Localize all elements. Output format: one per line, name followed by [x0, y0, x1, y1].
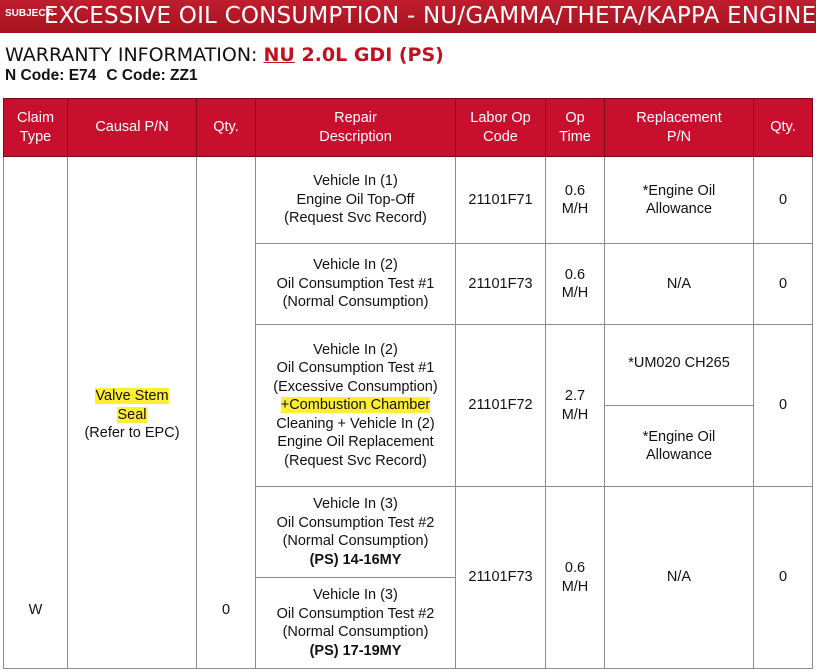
- header-replacement-pn: Replacement P/N: [604, 98, 754, 157]
- causal-pn-cell: Valve Stem Seal (Refer to EPC): [67, 156, 197, 669]
- repair-desc-cell: Vehicle In (1) Engine Oil Top-Off (Request…: [255, 156, 456, 244]
- qty2-cell: 0: [753, 156, 813, 244]
- warranty-label: WARRANTY INFORMATION:: [5, 44, 264, 66]
- op-time-cell: 0.6 M/H: [545, 486, 605, 669]
- qty2-cell: 0: [753, 486, 813, 669]
- labor-code-cell: 21101F71: [455, 156, 546, 244]
- repair-desc-cell: Vehicle In (2) Oil Consumption Test #1 (No…: [255, 243, 456, 325]
- qty2-cell: 0: [753, 324, 813, 487]
- header-labor-op-code: Labor Op Code: [455, 98, 546, 157]
- subject-bar: SUBJECT: EXCESSIVE OIL CONSUMPTION - NU/…: [0, 0, 816, 33]
- warranty-heading: WARRANTY INFORMATION: NU 2.0L GDI (PS): [5, 44, 444, 66]
- qty2-cell: 0: [753, 243, 813, 325]
- header-causal-pn: Causal P/N: [67, 98, 197, 157]
- repair-desc-cell: Vehicle In (3) Oil Consumption Test #2 (…: [255, 486, 456, 578]
- table-row: W Valve Stem Seal (Refer to EPC) 0 Vehic…: [3, 156, 813, 669]
- labor-code-cell: 21101F73: [455, 486, 546, 669]
- codes-line: N Code: E74 C Code: ZZ1: [5, 67, 198, 85]
- engine-desc: 2.0L GDI (PS): [294, 44, 444, 66]
- header-row: Claim Type Causal P/N Qty. Repair Descript…: [3, 98, 813, 157]
- combustion-chamber-highlight: +Combustion Chamber: [280, 397, 431, 414]
- replacement-cell: *Engine Oil Allowance: [604, 405, 754, 487]
- header-qty-2: Qty.: [753, 98, 813, 157]
- subject-title: EXCESSIVE OIL CONSUMPTION - NU/GAMMA/THE…: [44, 3, 816, 29]
- labor-code-cell: 21101F73: [455, 243, 546, 325]
- repair-desc-cell: Vehicle In (3) Oil Consumption Test #2 (…: [255, 577, 456, 669]
- replacement-cell: *Engine Oil Allowance: [604, 156, 754, 244]
- c-code: C Code: ZZ1: [106, 67, 198, 84]
- engine-code: NU: [263, 44, 295, 66]
- causal-part-highlight: Valve Stem: [95, 388, 169, 404]
- op-time-cell: 0.6 M/H: [545, 156, 605, 244]
- warranty-table: Claim Type Causal P/N Qty. Repair Descript…: [3, 98, 813, 669]
- header-claim-type: Claim Type: [3, 98, 68, 157]
- replacement-cell: N/A: [604, 243, 754, 325]
- op-time-cell: 2.7 M/H: [545, 324, 605, 487]
- header-op-time: Op Time: [545, 98, 605, 157]
- header-qty: Qty.: [196, 98, 256, 157]
- causal-part-highlight-2: Seal: [117, 406, 147, 423]
- n-code: N Code: E74: [5, 67, 97, 84]
- qty-cell: 0: [196, 156, 256, 669]
- op-time-cell: 0.6 M/H: [545, 243, 605, 325]
- replacement-cell: N/A: [604, 486, 754, 669]
- labor-code-cell: 21101F72: [455, 324, 546, 487]
- causal-note: (Refer to EPC): [84, 425, 180, 441]
- claim-type-cell: W: [3, 156, 68, 669]
- replacement-cell: *UM020 CH265: [604, 324, 754, 406]
- repair-desc-cell: Vehicle In (2) Oil Consumption Test #1 (…: [255, 324, 456, 487]
- header-repair-description: Repair Description: [255, 98, 456, 157]
